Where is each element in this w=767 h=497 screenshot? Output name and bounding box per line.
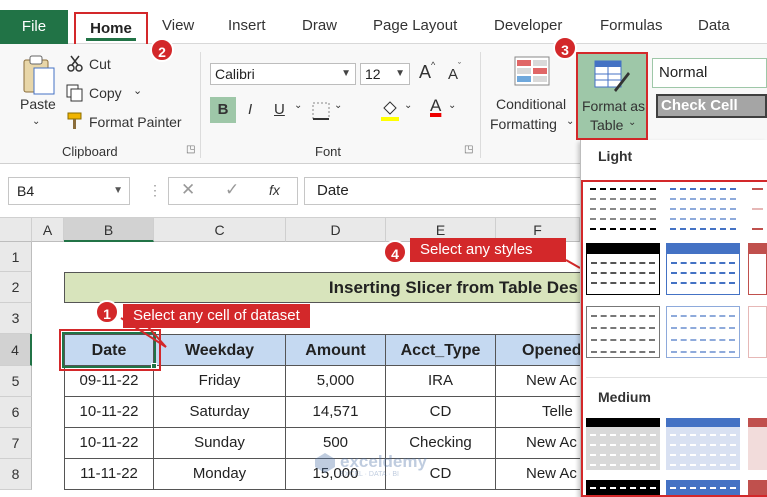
- step-badge-3: 3: [553, 36, 577, 60]
- step-badge-4: 4: [383, 240, 407, 264]
- step-badge-2: 2: [150, 38, 174, 62]
- gallery-section-light: Light: [598, 148, 633, 164]
- annotation-box-gallery: [581, 180, 767, 497]
- callout-step-1: Select any cell of dataset: [123, 304, 310, 328]
- step-badge-1: 1: [95, 300, 119, 324]
- callout-step-4: Select any styles: [410, 238, 566, 262]
- arrow-step-4: [565, 259, 581, 269]
